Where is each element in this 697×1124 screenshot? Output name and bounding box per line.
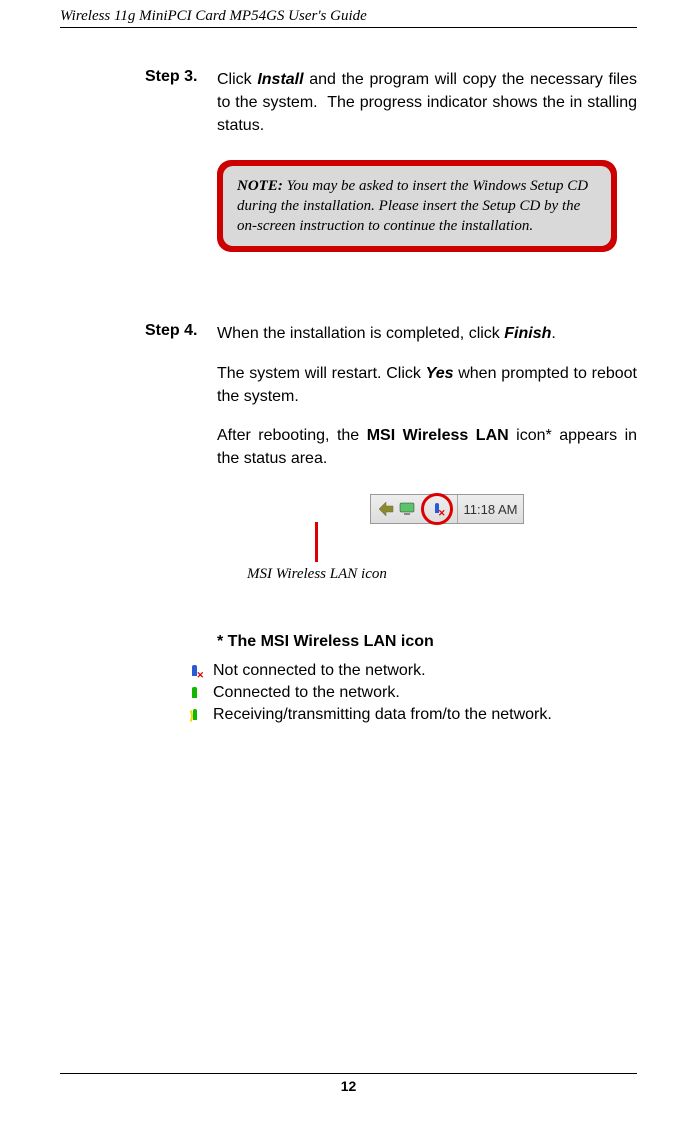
note-box: NOTE: You may be asked to insert the Win… — [217, 160, 617, 253]
step-4-pre: When the installation is completed, clic… — [217, 325, 504, 342]
step-3-body: Click Install and the program will copy … — [217, 68, 637, 138]
list-item: Receiving/transmitting data from/to the … — [185, 705, 637, 725]
system-tray-figure: 11:18 AM MSI Wireless LAN icon — [217, 494, 617, 583]
step-4-finish-word: Finish — [504, 325, 551, 342]
tray-clock: 11:18 AM — [457, 495, 518, 523]
tray-arrow-icon — [377, 500, 395, 518]
icon-section-title: * The MSI Wireless LAN icon — [217, 633, 637, 651]
step-3-pre: Click — [217, 71, 257, 88]
restart-paragraph: The system will restart. Click Yes when … — [217, 362, 637, 408]
reboot-bold: MSI Wireless LAN — [367, 427, 509, 444]
footer: 12 — [60, 1073, 637, 1094]
step-4-row: Step 4. When the installation is complet… — [145, 322, 637, 345]
footer-rule — [60, 1073, 637, 1074]
page-number: 12 — [60, 1078, 637, 1094]
step-3-label: Step 3. — [145, 68, 217, 86]
tray-wlan-highlight — [421, 493, 453, 525]
tray-caption: MSI Wireless LAN icon — [247, 566, 387, 583]
wlan-activity-icon — [185, 705, 205, 725]
restart-yes-word: Yes — [426, 365, 454, 382]
tray-monitor-icon — [399, 500, 417, 518]
note-box-inner: NOTE: You may be asked to insert the Win… — [223, 166, 611, 247]
list-item: Not connected to the network. — [185, 661, 637, 681]
step-4-label: Step 4. — [145, 322, 217, 340]
note-title: NOTE: — [237, 178, 283, 194]
step-4-body: When the installation is completed, clic… — [217, 322, 556, 345]
step-3-install-word: Install — [257, 71, 303, 88]
reboot-pre: After rebooting, the — [217, 427, 367, 444]
restart-pre: The system will restart. Click — [217, 365, 426, 382]
callout-line — [315, 522, 318, 562]
legend-text: Not connected to the network. — [213, 662, 426, 680]
wlan-disconnected-icon — [430, 502, 444, 516]
wlan-not-connected-icon — [185, 661, 205, 681]
step-3-row: Step 3. Click Install and the program wi… — [145, 68, 637, 138]
system-tray: 11:18 AM — [370, 494, 525, 524]
running-header: Wireless 11g MiniPCI Card MP54GS User's … — [60, 0, 637, 27]
legend-text: Receiving/transmitting data from/to the … — [213, 706, 552, 724]
icon-legend: Not connected to the network. Connected … — [185, 661, 637, 725]
legend-text: Connected to the network. — [213, 684, 400, 702]
step-4-post: . — [551, 325, 555, 342]
reboot-paragraph: After rebooting, the MSI Wireless LAN ic… — [217, 424, 637, 470]
header-rule — [60, 27, 637, 28]
list-item: Connected to the network. — [185, 683, 637, 703]
wlan-connected-icon — [185, 683, 205, 703]
note-body: You may be asked to insert the Windows S… — [237, 178, 588, 235]
